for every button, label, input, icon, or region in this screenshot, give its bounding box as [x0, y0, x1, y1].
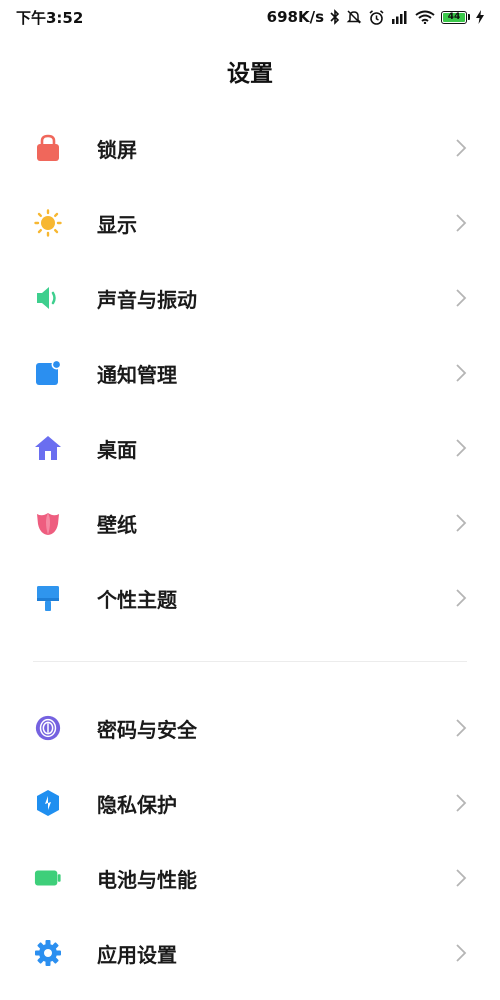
fingerprint-icon [34, 714, 62, 742]
settings-item-app-settings[interactable]: 应用设置 [0, 917, 500, 989]
settings-item-themes[interactable]: 个性主题 [0, 562, 500, 634]
settings-item-wallpaper[interactable]: 壁纸 [0, 487, 500, 559]
chevron-right-icon [456, 719, 467, 737]
settings-item-sound[interactable]: 声音与振动 [0, 262, 500, 334]
settings-item-home-screen[interactable]: 桌面 [0, 412, 500, 484]
wifi-icon [415, 10, 435, 24]
lock-icon [34, 134, 62, 162]
shield-icon [34, 789, 62, 817]
settings-item-label: 声音与振动 [97, 287, 197, 312]
status-time: 下午3:52 [16, 8, 84, 27]
settings-item-label: 显示 [97, 212, 137, 237]
chevron-right-icon [456, 514, 467, 532]
chevron-right-icon [456, 794, 467, 812]
status-icons: 698K/s 44 [267, 8, 484, 26]
settings-item-passwords-security[interactable]: 密码与安全 [0, 692, 500, 764]
notification-icon [34, 359, 62, 387]
settings-item-privacy[interactable]: 隐私保护 [0, 767, 500, 839]
settings-item-label: 隐私保护 [97, 792, 177, 817]
network-speed: 698K/s [266, 8, 324, 26]
settings-item-label: 壁纸 [97, 512, 137, 537]
settings-item-label: 锁屏 [97, 137, 137, 162]
chevron-right-icon [456, 139, 467, 157]
brush-icon [34, 584, 62, 612]
chevron-right-icon [456, 439, 467, 457]
speaker-icon [34, 284, 62, 312]
chevron-right-icon [456, 364, 467, 382]
chevron-right-icon [456, 944, 467, 962]
alarm-icon [368, 9, 385, 26]
sun-icon [34, 209, 62, 237]
mute-icon [346, 9, 362, 25]
charging-icon [476, 10, 484, 24]
settings-item-battery-performance[interactable]: 电池与性能 [0, 842, 500, 914]
chevron-right-icon [456, 869, 467, 887]
page-title: 设置 [227, 61, 273, 87]
gear-icon [34, 939, 62, 967]
settings-item-label: 密码与安全 [97, 717, 197, 742]
chevron-right-icon [456, 214, 467, 232]
signal-icon [391, 10, 409, 24]
section-divider [33, 661, 467, 662]
home-icon [34, 434, 62, 462]
settings-item-label: 个性主题 [97, 587, 177, 612]
battery-icon: 44 [441, 10, 470, 24]
battery-perf-icon [34, 864, 62, 892]
settings-item-lock-screen[interactable]: 锁屏 [0, 112, 500, 184]
chevron-right-icon [456, 289, 467, 307]
settings-item-label: 应用设置 [97, 942, 177, 967]
settings-item-label: 桌面 [97, 437, 137, 462]
settings-item-display[interactable]: 显示 [0, 187, 500, 259]
bluetooth-icon [330, 9, 340, 25]
settings-item-label: 通知管理 [97, 362, 177, 387]
battery-level: 44 [443, 12, 465, 22]
status-bar: 下午3:52 698K/s 44 [0, 0, 500, 34]
settings-item-label: 电池与性能 [97, 867, 197, 892]
chevron-right-icon [456, 589, 467, 607]
settings-item-notifications[interactable]: 通知管理 [0, 337, 500, 409]
tulip-icon [34, 509, 62, 537]
